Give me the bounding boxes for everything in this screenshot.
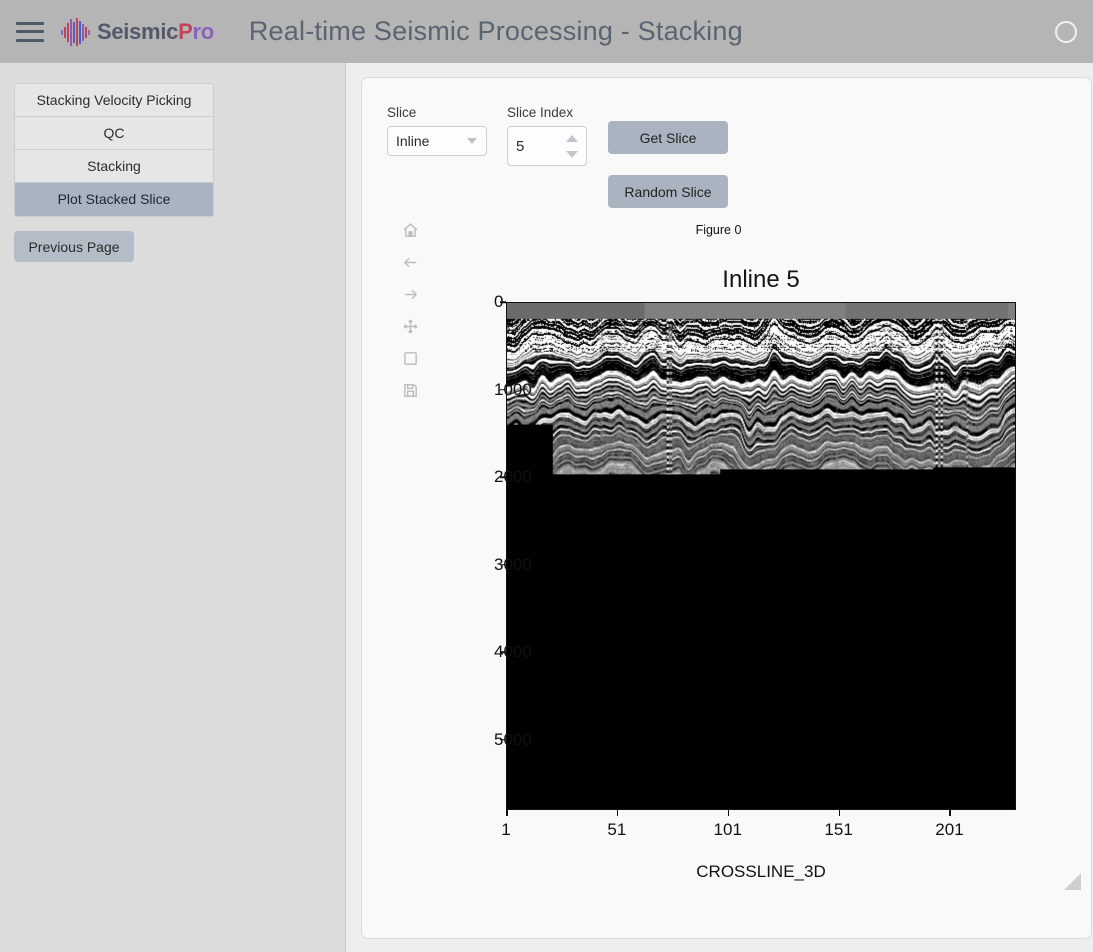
sidebar-item-stacking[interactable]: Stacking	[15, 150, 213, 183]
get-slice-button[interactable]: Get Slice	[608, 121, 728, 154]
logo-text-ro: ro	[192, 18, 214, 44]
main-content: Slice Inline Slice Index 5 Get Slice Ran…	[346, 63, 1093, 952]
x-tick-label: 151	[824, 820, 853, 839]
x-tick-mark	[727, 810, 730, 816]
waveform-icon	[61, 17, 90, 46]
controls-bar: Slice Inline Slice Index 5 Get Slice Ran…	[362, 78, 1091, 208]
chart-title: Inline 5	[722, 266, 800, 293]
stepper-arrows	[566, 127, 578, 165]
figure-label: Figure 0	[362, 223, 1091, 237]
app-logo[interactable]: SeismicPro	[60, 17, 214, 47]
random-slice-button[interactable]: Random Slice	[608, 175, 728, 208]
x-tick-label: 201	[935, 820, 964, 839]
hamburger-line	[16, 38, 44, 42]
resize-handle[interactable]	[1064, 873, 1081, 890]
hamburger-line	[16, 21, 44, 25]
sidebar-item-qc[interactable]: QC	[15, 117, 213, 150]
sidebar-menu-list: Stacking Velocity Picking QC Stacking Pl…	[14, 83, 214, 217]
y-tick-mark	[500, 388, 506, 391]
chart-xlabel: CROSSLINE_3D	[696, 862, 826, 881]
x-tick-label: 101	[713, 820, 742, 839]
hamburger-menu-icon[interactable]	[16, 21, 44, 42]
stepper-down-icon[interactable]	[566, 150, 578, 158]
y-tick-mark	[500, 476, 506, 478]
x-tick-mark	[506, 810, 508, 816]
y-tick-mark	[500, 739, 506, 741]
slice-index-value: 5	[516, 137, 525, 155]
x-tick-label: 51	[607, 820, 627, 839]
page-title: Real-time Seismic Processing - Stacking	[248, 16, 743, 46]
slice-select[interactable]: Inline	[387, 126, 487, 156]
chevron-down-icon	[467, 138, 477, 144]
slice-select-value: Inline	[396, 133, 430, 149]
slice-index-control-group: Slice Index 5	[507, 105, 587, 166]
logo-text-p: P	[178, 18, 193, 44]
figure-label-text: Figure 0	[695, 223, 742, 237]
slice-control-group: Slice Inline	[387, 105, 487, 156]
x-tick-mark	[616, 810, 619, 816]
sidebar-item-plot-stacked-slice[interactable]: Plot Stacked Slice	[15, 183, 213, 216]
slice-index-stepper[interactable]: 5	[507, 126, 587, 166]
header-actions	[1055, 20, 1077, 43]
circle-icon[interactable]	[1055, 20, 1077, 43]
hamburger-line	[16, 30, 44, 33]
stepper-up-icon[interactable]	[566, 134, 578, 142]
x-tick-mark	[838, 810, 841, 816]
y-tick-mark	[500, 651, 506, 654]
slice-index-label: Slice Index	[507, 105, 574, 120]
y-tick-mark	[500, 564, 506, 566]
x-tick-mark	[949, 810, 951, 816]
seismic-image	[507, 303, 1015, 809]
y-tick-mark	[500, 301, 506, 303]
logo-text-seismic: Seismic	[97, 18, 179, 44]
sidebar-item-stacking-velocity-picking[interactable]: Stacking Velocity Picking	[15, 84, 213, 117]
previous-page-button[interactable]: Previous Page	[14, 231, 134, 262]
content-card: Slice Inline Slice Index 5 Get Slice Ran…	[361, 77, 1092, 939]
app-window: SeismicPro Real-time Seismic Processing …	[0, 0, 1093, 952]
logo-text: SeismicPro	[97, 19, 214, 45]
sidebar: Stacking Velocity Picking QC Stacking Pl…	[0, 63, 346, 952]
chart-axes[interactable]	[506, 302, 1016, 810]
app-header: SeismicPro Real-time Seismic Processing …	[0, 0, 1093, 63]
x-tick-label: 1	[501, 820, 511, 839]
seismic-plot: Inline 5 Time, ms 010002000300040005000 …	[362, 250, 1091, 890]
slice-label: Slice	[387, 105, 417, 120]
